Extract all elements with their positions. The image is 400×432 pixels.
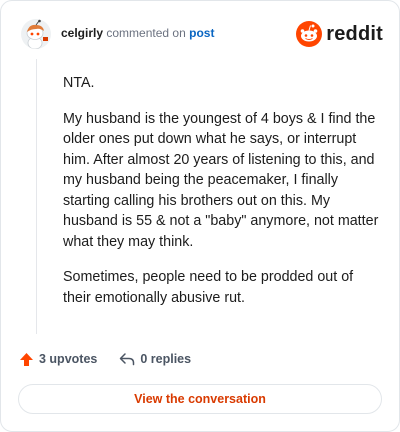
reddit-logo-icon xyxy=(296,21,323,47)
reddit-wordmark: reddit xyxy=(326,22,383,45)
reply-count: 0 replies xyxy=(140,352,192,366)
comment-paragraph: My husband is the youngest of 4 boys & I… xyxy=(63,110,379,250)
upvote-button[interactable]: 3 upvotes xyxy=(19,352,97,367)
reddit-brand[interactable]: reddit xyxy=(296,19,383,49)
comment-paragraph: NTA. xyxy=(63,75,95,91)
comment-body: NTA. My husband is the youngest of 4 boy… xyxy=(63,73,381,323)
username-link[interactable]: celgirly xyxy=(61,26,103,40)
comment-meta: celgirly commented on post xyxy=(61,26,214,40)
view-conversation-button[interactable]: View the conversation xyxy=(18,384,382,414)
reply-button[interactable]: 0 replies xyxy=(119,352,191,366)
comment-paragraph: Sometimes, people need to be prodded out… xyxy=(63,269,354,306)
post-link[interactable]: post xyxy=(189,26,214,40)
upvote-count: 3 upvotes xyxy=(39,352,98,366)
commented-on-label: commented on xyxy=(106,26,186,40)
comment-header: celgirly commented on post reddit xyxy=(21,19,383,51)
comment-embed-card: celgirly commented on post reddit NTA. M… xyxy=(0,0,400,432)
comment-actions: 3 upvotes 0 replies xyxy=(19,349,213,369)
upvote-arrow-icon xyxy=(20,352,33,366)
reply-arrow-icon xyxy=(120,353,135,366)
thread-line xyxy=(36,59,37,334)
snoo-avatar-icon[interactable] xyxy=(21,19,51,49)
